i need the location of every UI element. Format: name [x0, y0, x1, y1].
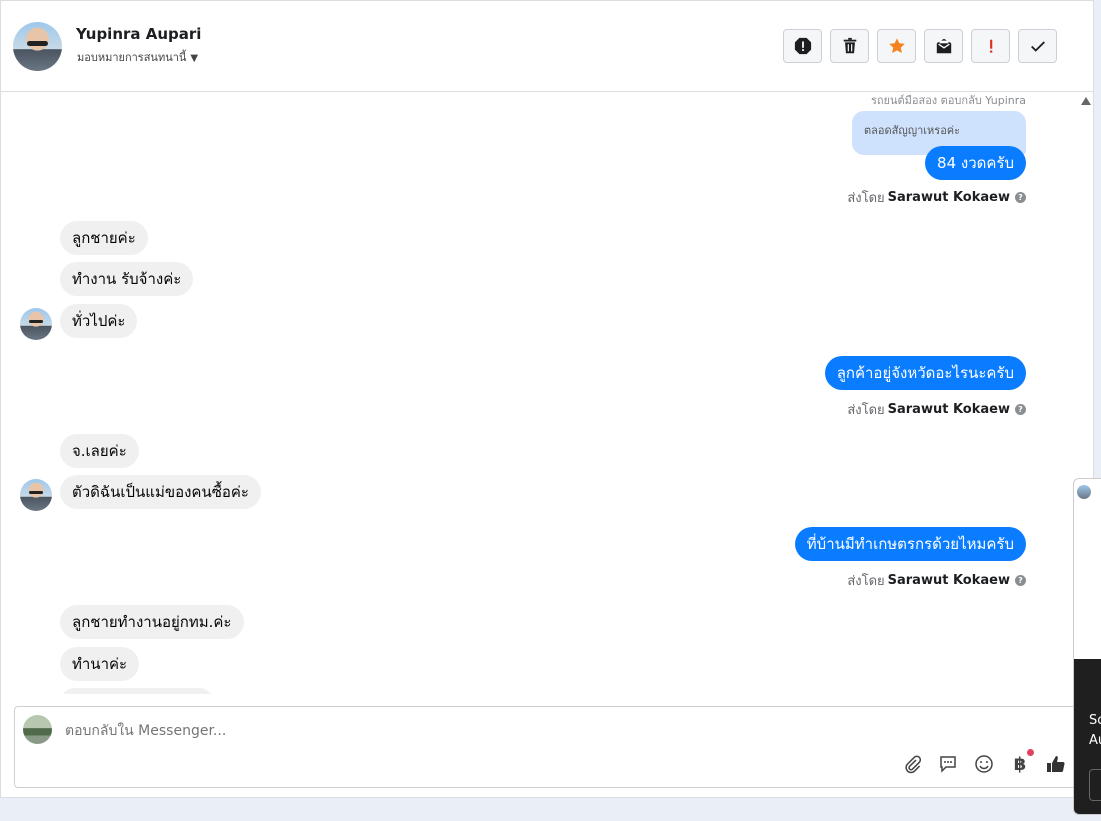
header-actions — [783, 29, 1057, 63]
conversation-header: Yupinra Aupari มอบหมายการสนทนานี้ ▼ — [1, 1, 1093, 92]
sent-by-prefix: ส่งโดย — [847, 191, 885, 206]
contact-avatar-small — [20, 479, 52, 511]
attach-button[interactable] — [901, 753, 923, 775]
payment-button[interactable]: ฿ — [1009, 749, 1034, 775]
star-icon — [888, 38, 905, 54]
contact-avatar-small — [20, 308, 52, 340]
mark-unread-icon — [936, 38, 951, 54]
message-bubble-outgoing[interactable]: ลูกค้าอยู่จังหวัดอะไรนะครับ — [824, 356, 1026, 390]
exclamation-icon — [989, 39, 992, 53]
message-bubble-incoming[interactable]: ลูกชายค่ะ — [60, 221, 148, 255]
help-icon[interactable]: ? — [1015, 404, 1026, 415]
mark-done-button[interactable] — [1018, 29, 1057, 63]
sent-by-label: ส่งโดย Sarawut Kokaew ? — [847, 570, 1026, 591]
message-input[interactable] — [63, 722, 667, 740]
sent-by-label: ส่งโดย Sarawut Kokaew ? — [847, 399, 1026, 420]
message-bubble-incoming[interactable]: จ.เลยค่ะ — [60, 434, 139, 468]
comment-icon — [940, 756, 956, 773]
floating-notification[interactable]: So Au — [1073, 478, 1101, 815]
thumbs-up-icon — [1047, 756, 1065, 773]
contact-avatar[interactable] — [13, 22, 62, 71]
message-bubble-incoming[interactable]: ตัวดิฉันเป็นแม่ของคนซื้อค่ะ — [60, 475, 261, 509]
help-icon[interactable]: ? — [1015, 575, 1026, 586]
sender-name: Sarawut Kokaew — [887, 402, 1010, 417]
message-list[interactable]: รถยนต์มือสอง ตอบกลับ Yupinra ตลอดสัญญาเห… — [1, 92, 1071, 694]
mini-avatar — [1077, 485, 1091, 499]
smiley-icon — [975, 755, 993, 773]
toast-text-line2: Au — [1089, 733, 1101, 748]
sent-by-prefix: ส่งโดย — [847, 403, 885, 418]
sent-by-label: ส่งโดย Sarawut Kokaew ? — [847, 187, 1026, 208]
message-bubble-incoming-partial[interactable] — [60, 688, 214, 694]
conversation-panel: Yupinra Aupari มอบหมายการสนทนานี้ ▼ รถยน… — [0, 0, 1094, 798]
page-avatar — [23, 715, 52, 744]
saved-replies-button[interactable] — [937, 753, 959, 775]
toast-action-button[interactable] — [1089, 769, 1101, 801]
like-button[interactable] — [1045, 753, 1067, 775]
scroll-up-arrow[interactable] — [1081, 97, 1091, 105]
message-bubble-incoming[interactable]: ทำงาน รับจ้างค่ะ — [60, 262, 194, 296]
toast-text-line1: So — [1089, 713, 1101, 728]
alert-octagon-icon — [794, 37, 811, 55]
message-bubble-incoming[interactable]: ลูกชายทำงานอยู่กทม.ค่ะ — [60, 605, 244, 639]
message-bubble-incoming[interactable]: ทั่วไปค่ะ — [60, 304, 138, 338]
check-icon — [1030, 41, 1045, 52]
help-icon[interactable]: ? — [1015, 192, 1026, 203]
star-button[interactable] — [877, 29, 916, 63]
trash-icon — [843, 37, 856, 54]
baht-icon: ฿ — [1013, 753, 1027, 775]
caret-down-icon: ▼ — [190, 53, 199, 64]
assign-label: มอบหมายการสนทนานี้ — [77, 51, 187, 64]
notification-toast: So Au — [1074, 659, 1101, 814]
reply-composer: ฿ — [14, 706, 1084, 788]
assign-conversation-dropdown[interactable]: มอบหมายการสนทนานี้ ▼ — [77, 48, 198, 66]
sender-name: Sarawut Kokaew — [887, 573, 1010, 588]
delete-button[interactable] — [830, 29, 869, 63]
message-bubble-incoming[interactable]: ทำนาค่ะ — [60, 647, 140, 681]
sent-by-prefix: ส่งโดย — [847, 574, 885, 589]
contact-name[interactable]: Yupinra Aupari — [76, 25, 201, 43]
composer-toolbar: ฿ — [901, 749, 1067, 775]
reply-context: รถยนต์มือสอง ตอบกลับ Yupinra — [870, 94, 1026, 107]
spam-button[interactable] — [783, 29, 822, 63]
message-bubble-outgoing[interactable]: 84 งวดครับ — [925, 146, 1026, 180]
message-bubble-outgoing[interactable]: ที่บ้านมีทำเกษตรกรด้วยไหมครับ — [794, 527, 1026, 561]
emoji-button[interactable] — [973, 753, 995, 775]
flag-important-button[interactable] — [971, 29, 1010, 63]
notification-dot — [1027, 749, 1034, 756]
mark-unread-button[interactable] — [924, 29, 963, 63]
paperclip-icon — [905, 755, 922, 774]
sender-name: Sarawut Kokaew — [887, 190, 1010, 205]
